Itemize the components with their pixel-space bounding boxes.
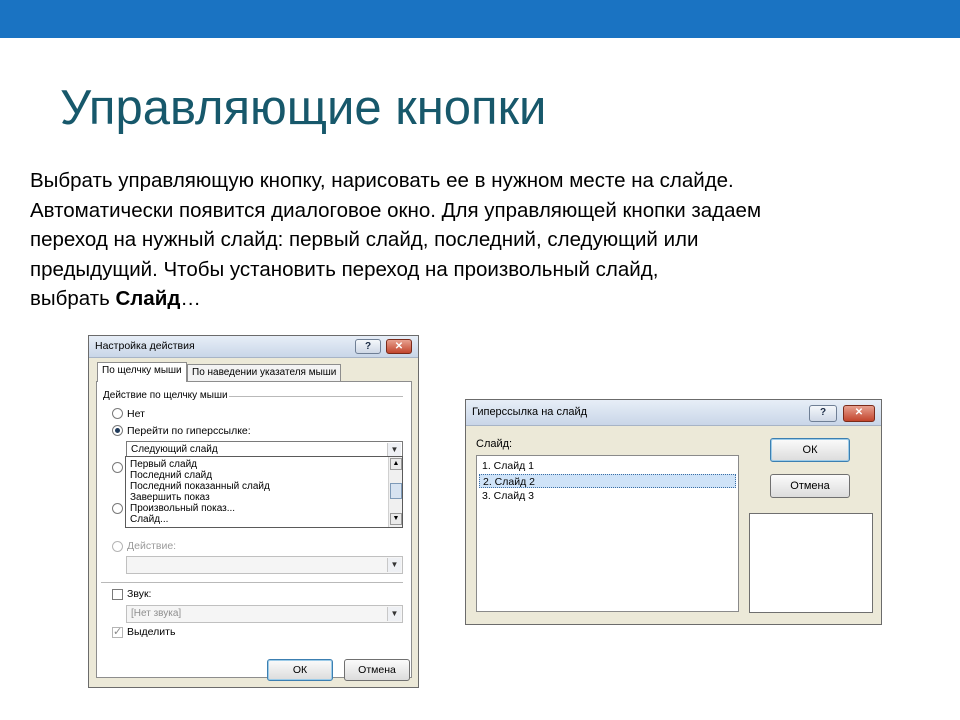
dropdown-item-custom-show[interactable]: Произвольный показ... bbox=[130, 503, 235, 514]
dropdown-item-last-slide[interactable]: Последний слайд bbox=[130, 470, 212, 481]
radio-none-label: Нет bbox=[127, 408, 145, 420]
chevron-down-icon[interactable]: ▼ bbox=[387, 443, 401, 457]
sound-label: Звук: bbox=[127, 588, 152, 600]
top-accent-bar bbox=[0, 0, 960, 38]
dropdown-item-first-slide[interactable]: Первый слайд bbox=[130, 459, 197, 470]
sound-combo-value: [Нет звука] bbox=[131, 608, 182, 619]
hyperlink-dropdown-list: Первый слайд Последний слайд Последний п… bbox=[125, 456, 403, 528]
group-label-click-action: Действие по щелчку мыши bbox=[103, 390, 228, 401]
slide-list-label: Слайд: bbox=[476, 438, 513, 450]
body-line-5-suffix: … bbox=[180, 287, 201, 311]
sound-combo[interactable]: [Нет звука] ▼ bbox=[126, 605, 403, 623]
link-dialog-title: Гиперссылка на слайд bbox=[472, 406, 588, 418]
body-line-5: выбрать Слайд… bbox=[30, 284, 930, 314]
ok-button[interactable]: ОК bbox=[770, 438, 850, 462]
slide-listbox[interactable]: 1. Слайд 1 2. Слайд 2 3. Слайд 3 bbox=[476, 455, 739, 612]
tab-on-click[interactable]: По щелчку мыши bbox=[97, 362, 187, 382]
list-item[interactable]: 1. Слайд 1 bbox=[479, 459, 736, 473]
highlight-checkbox[interactable] bbox=[112, 625, 123, 638]
body-line-1: Выбрать управляющую кнопку, нарисовать е… bbox=[30, 169, 734, 192]
body-line-5-prefix: выбрать bbox=[30, 287, 116, 311]
dropdown-item-end-show[interactable]: Завершить показ bbox=[130, 492, 210, 503]
group-separator bbox=[229, 396, 403, 397]
chevron-down-icon[interactable]: ▼ bbox=[387, 558, 401, 572]
highlight-label: Выделить bbox=[127, 626, 176, 638]
ok-button[interactable]: ОК bbox=[267, 659, 333, 681]
help-button[interactable]: ? bbox=[809, 405, 837, 422]
slide-preview bbox=[749, 513, 873, 613]
hyperlink-to-slide-dialog: Гиперссылка на слайд ? ✕ Слайд: 1. Слайд… bbox=[465, 399, 882, 625]
hyperlink-combo-value: Следующий слайд bbox=[131, 444, 218, 455]
radio-run-macro[interactable] bbox=[112, 503, 123, 514]
radio-hyperlink[interactable] bbox=[112, 425, 123, 436]
scroll-thumb[interactable] bbox=[390, 483, 402, 499]
radio-action-label: Действие: bbox=[127, 540, 177, 552]
slide-body-text: Выбрать управляющую кнопку, нарисовать е… bbox=[30, 166, 930, 314]
action-dialog-titlebar[interactable]: Настройка действия ? ✕ bbox=[89, 336, 418, 358]
cancel-button[interactable]: Отмена bbox=[770, 474, 850, 498]
dropdown-item-last-viewed[interactable]: Последний показанный слайд bbox=[130, 481, 270, 492]
sound-separator bbox=[101, 582, 403, 583]
dropdown-item-slide[interactable]: Слайд... bbox=[130, 514, 168, 525]
dropdown-scrollbar[interactable]: ▲ ▼ bbox=[388, 457, 402, 527]
radio-action[interactable] bbox=[112, 541, 123, 552]
body-line-2: Автоматически появится диалоговое окно. … bbox=[30, 198, 762, 222]
body-line-5-bold: Слайд bbox=[115, 287, 181, 311]
tab-on-hover[interactable]: По наведении указателя мыши bbox=[187, 364, 342, 382]
action-combo[interactable]: ▼ bbox=[126, 556, 403, 574]
scroll-up-icon[interactable]: ▲ bbox=[390, 458, 402, 470]
body-line-4: предыдущий. Чтобы установить переход на … bbox=[30, 257, 659, 281]
chevron-down-icon[interactable]: ▼ bbox=[387, 607, 401, 621]
close-icon[interactable]: ✕ bbox=[386, 339, 412, 354]
radio-none[interactable] bbox=[112, 408, 123, 419]
sound-checkbox[interactable] bbox=[112, 589, 123, 600]
help-button[interactable]: ? bbox=[355, 339, 381, 354]
close-icon[interactable]: ✕ bbox=[843, 405, 875, 422]
radio-hyperlink-label: Перейти по гиперссылке: bbox=[127, 425, 251, 437]
scroll-down-icon[interactable]: ▼ bbox=[390, 513, 402, 525]
slide-title: Управляющие кнопки bbox=[60, 81, 547, 135]
list-item[interactable]: 3. Слайд 3 bbox=[479, 489, 736, 503]
body-line-3: переход на нужный слайд: первый слайд, п… bbox=[30, 228, 699, 252]
action-dialog-title: Настройка действия bbox=[95, 340, 195, 352]
cancel-button[interactable]: Отмена bbox=[344, 659, 410, 681]
link-dialog-titlebar[interactable]: Гиперссылка на слайд ? ✕ bbox=[466, 400, 881, 426]
list-item[interactable]: 2. Слайд 2 bbox=[479, 474, 736, 488]
radio-run-program[interactable] bbox=[112, 462, 123, 473]
